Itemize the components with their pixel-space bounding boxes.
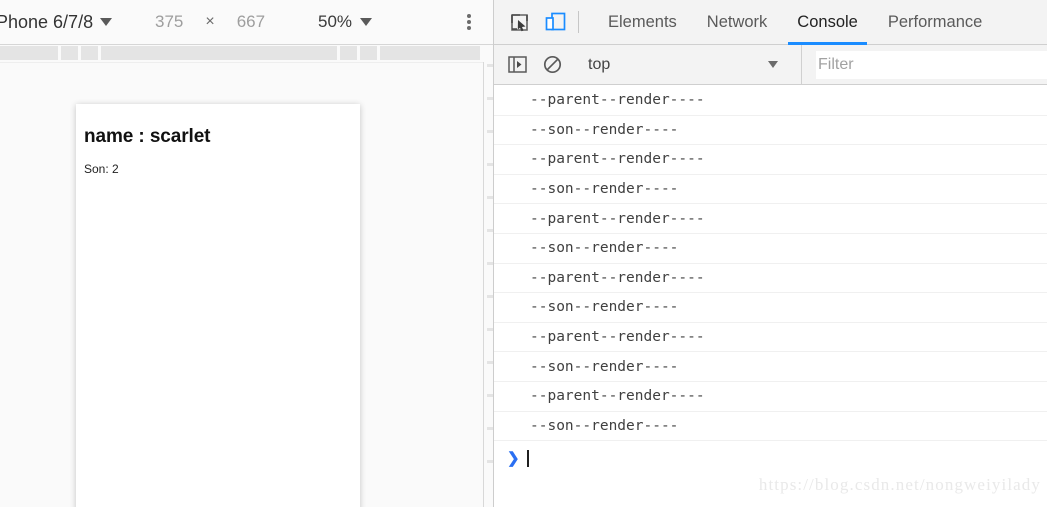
ruler-tick bbox=[487, 460, 493, 463]
chevron-down-icon bbox=[768, 61, 778, 68]
chevron-down-icon bbox=[100, 18, 113, 26]
devtools-tabs: Elements Network Console Performance bbox=[593, 0, 997, 45]
ruler-tick bbox=[487, 64, 493, 67]
console-filter-input[interactable] bbox=[816, 50, 1047, 79]
text-cursor bbox=[527, 449, 529, 467]
vertical-ruler bbox=[483, 62, 493, 507]
console-message-text: --son--render---- bbox=[530, 358, 679, 375]
console-message-text: --son--render---- bbox=[530, 417, 679, 434]
devtools-window: iPhone 6/7/8 375 × 667 50% name: scarle… bbox=[0, 0, 1047, 507]
tab-label: Console bbox=[797, 12, 858, 31]
tab-label: Performance bbox=[887, 12, 983, 31]
console-message-list[interactable]: --parent--render---- --son--render---- -… bbox=[494, 86, 1047, 507]
devtools-tool-icons bbox=[494, 11, 578, 33]
console-message-row[interactable]: --son--render---- bbox=[494, 293, 1047, 323]
page-title: name : scarlet bbox=[84, 126, 211, 147]
ruler-tick bbox=[487, 163, 493, 166]
console-filter-wrapper bbox=[801, 44, 1047, 85]
tab-label: Network bbox=[706, 12, 768, 31]
console-message-text: --son--render---- bbox=[530, 181, 679, 198]
inspect-element-button[interactable] bbox=[508, 11, 530, 33]
ruler-tick bbox=[487, 328, 493, 331]
console-message-row[interactable]: --parent--render---- bbox=[494, 145, 1047, 175]
console-message-text: --parent--render---- bbox=[530, 210, 705, 227]
dimension-separator-icon: × bbox=[205, 13, 215, 30]
console-message-row[interactable]: --son--render---- bbox=[494, 116, 1047, 146]
console-sidebar-toggle-button[interactable] bbox=[506, 54, 528, 76]
console-message-row[interactable]: --parent--render---- bbox=[494, 264, 1047, 294]
console-message-row[interactable]: --son--render---- bbox=[494, 234, 1047, 264]
zoom-level-label: 50% bbox=[318, 12, 353, 31]
console-message-text: --parent--render---- bbox=[530, 92, 705, 109]
watermark-text: https://blog.csdn.net/nongweiyilady bbox=[758, 475, 1041, 494]
console-message-row[interactable]: --parent--render---- bbox=[494, 323, 1047, 353]
ruler-tick bbox=[487, 394, 493, 397]
console-message-row[interactable]: --parent--render---- bbox=[494, 382, 1047, 412]
console-message-text: --parent--render---- bbox=[530, 151, 705, 168]
tab-console[interactable]: Console bbox=[782, 0, 873, 45]
ruler-tick bbox=[377, 46, 380, 60]
devtools-panel: Elements Network Console Performance top… bbox=[494, 0, 1047, 507]
tab-label: Elements bbox=[608, 12, 677, 31]
ruler-tick bbox=[337, 46, 340, 60]
horizontal-ruler bbox=[0, 45, 493, 63]
viewport-dimensions: 375 × 667 bbox=[155, 12, 265, 32]
kebab-dot bbox=[467, 20, 471, 24]
device-name-label: iPhone 6/7/8 bbox=[0, 11, 94, 32]
device-viewport-stage: name : scarlet Son: 2 bbox=[0, 62, 484, 507]
page-subtext: Son: 2 bbox=[84, 162, 119, 176]
ruler-tick bbox=[487, 196, 493, 199]
console-message-row[interactable]: --son--render---- bbox=[494, 175, 1047, 205]
chevron-down-icon bbox=[360, 18, 373, 26]
clear-console-icon bbox=[543, 55, 561, 74]
console-message-row[interactable]: --son--render---- bbox=[494, 412, 1047, 442]
console-message-row[interactable]: --parent--render---- bbox=[494, 86, 1047, 116]
kebab-dot bbox=[467, 14, 471, 18]
console-message-row[interactable]: --son--render---- bbox=[494, 352, 1047, 382]
toggle-device-toolbar-button[interactable] bbox=[544, 11, 566, 33]
ruler-tick bbox=[357, 46, 360, 60]
console-message-text: --son--render---- bbox=[530, 240, 679, 257]
console-context-label: top bbox=[588, 55, 611, 73]
toolbar-divider bbox=[578, 11, 579, 33]
console-toolbar: top bbox=[494, 44, 1047, 85]
console-message-row[interactable]: --parent--render---- bbox=[494, 204, 1047, 234]
device-emulation-pane: iPhone 6/7/8 375 × 667 50% name: scarle… bbox=[0, 0, 494, 507]
console-message-text: --parent--render---- bbox=[530, 388, 705, 405]
tab-performance[interactable]: Performance bbox=[873, 0, 997, 45]
device-more-options-button[interactable] bbox=[460, 12, 478, 32]
console-sidebar-icon bbox=[507, 56, 527, 73]
console-prompt-icon: ❯ bbox=[507, 450, 520, 468]
ruler-tick bbox=[487, 361, 493, 364]
device-toolbar-icon bbox=[545, 12, 565, 30]
ruler-tick bbox=[98, 46, 101, 60]
console-message-text: --parent--render---- bbox=[530, 269, 705, 286]
viewport-height-input[interactable]: 667 bbox=[237, 12, 265, 32]
device-selector[interactable]: iPhone 6/7/8 bbox=[0, 11, 113, 33]
console-context-selector[interactable]: top bbox=[576, 56, 778, 74]
console-message-text: --son--render---- bbox=[530, 121, 679, 138]
ruler-tick bbox=[487, 229, 493, 232]
ruler-tick bbox=[487, 130, 493, 133]
emulated-page-frame[interactable]: name : scarlet Son: 2 bbox=[76, 104, 360, 507]
ruler-tick bbox=[78, 46, 81, 60]
console-prompt-row[interactable]: ❯ bbox=[494, 441, 1047, 475]
tab-elements[interactable]: Elements bbox=[593, 0, 692, 45]
zoom-selector[interactable]: 50% bbox=[318, 12, 373, 32]
ruler-tick bbox=[487, 262, 493, 265]
tab-network[interactable]: Network bbox=[692, 0, 783, 45]
devtools-tabstrip: Elements Network Console Performance bbox=[494, 0, 1047, 45]
ruler-tick bbox=[487, 427, 493, 430]
console-message-text: --parent--render---- bbox=[530, 329, 705, 346]
console-message-text: --son--render---- bbox=[530, 299, 679, 316]
inspect-element-icon bbox=[510, 13, 528, 31]
kebab-dot bbox=[467, 26, 471, 30]
ruler-tick bbox=[487, 97, 493, 100]
ruler-tick bbox=[58, 46, 61, 60]
ruler-tick bbox=[487, 295, 493, 298]
ruler-track bbox=[0, 46, 480, 60]
clear-console-button[interactable] bbox=[541, 54, 563, 76]
viewport-width-input[interactable]: 375 bbox=[155, 12, 183, 32]
device-toolbar: iPhone 6/7/8 375 × 667 50% bbox=[0, 0, 493, 45]
